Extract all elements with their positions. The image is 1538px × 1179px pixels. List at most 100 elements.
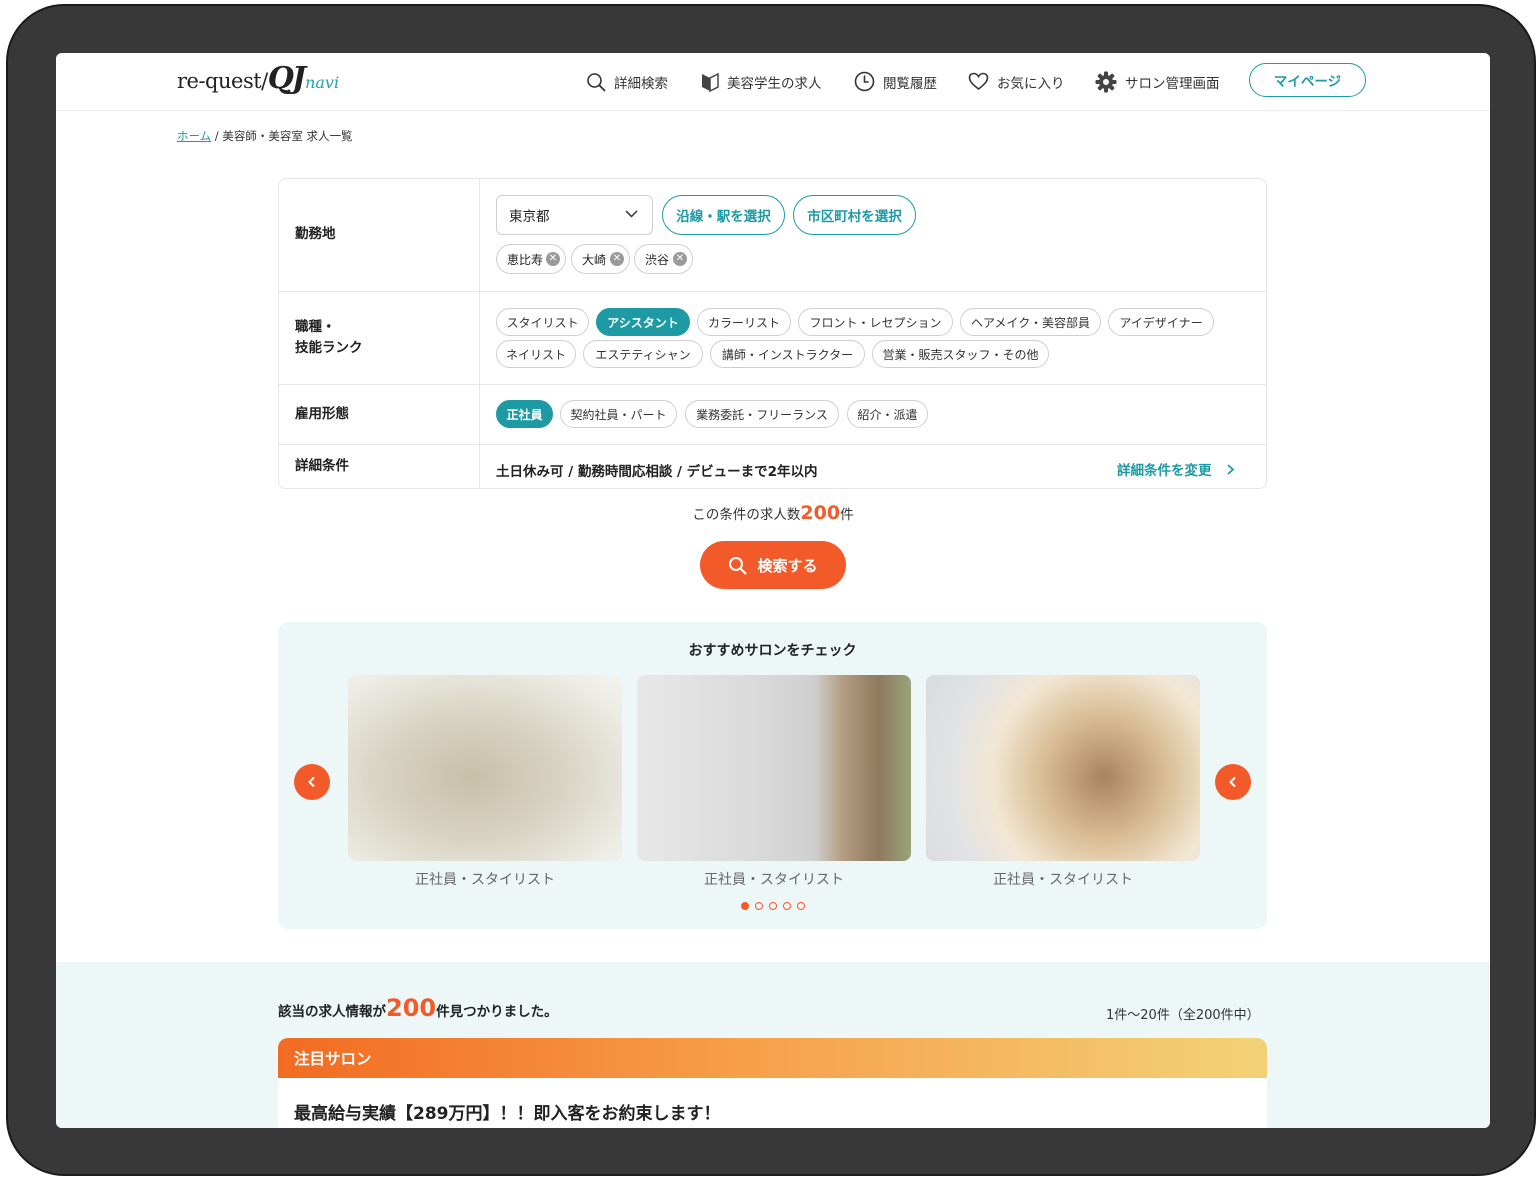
selected-area-tag[interactable]: 渋谷 ✕ [634,244,693,274]
tag-label: 大崎 [582,252,607,267]
mypage-button[interactable]: マイページ [1249,63,1366,97]
job-chip[interactable]: アシスタント [596,308,690,336]
recommended-salons: おすすめサロンをチェック 正社員・スタイリスト 正社員・スタイリスト 正社員・ス… [278,622,1267,929]
details-row: 詳細条件 土日休み可 / 勤務時間応相談 / デビューまで2年以内 詳細条件を変… [279,444,1266,488]
details-summary: 土日休み可 / 勤務時間応相談 / デビューまで2年以内 [496,464,818,480]
employment-chip[interactable]: 業務委託・フリーランス [685,400,839,428]
details-label: 詳細条件 [295,458,349,474]
remove-icon[interactable]: ✕ [546,252,560,266]
job-chip[interactable]: 営業・販売スタッフ・その他 [872,340,1049,368]
results-found: 該当の求人情報が200件見つかりました。 [278,994,558,1022]
salon-card-image[interactable] [926,675,1200,861]
job-chip[interactable]: ヘアメイク・美容部員 [960,308,1101,336]
select-line-station-button[interactable]: 沿線・駅を選択 [662,195,785,235]
salon-card-caption[interactable]: 正社員・スタイリスト [926,869,1200,889]
featured-label: 注目サロン [278,1038,1267,1078]
found-prefix: 該当の求人情報が [278,1004,386,1020]
gear-icon [1095,71,1117,92]
selected-area-tag[interactable]: 大崎 ✕ [571,244,630,274]
search-conditions: 勤務地 東京都 沿線・駅を選択 市区町村を選択 恵比寿 ✕ 大崎 ✕ 渋谷 ✕ 職種・… [278,178,1267,489]
selected-area-tag[interactable]: 恵比寿 ✕ [496,244,566,274]
remove-icon[interactable]: ✕ [610,252,624,266]
pagination-dot[interactable] [782,902,791,910]
label-line: 技能ランク [295,340,363,356]
logo-navi: navi [305,73,340,92]
chevron-left-icon [1229,776,1236,788]
employment-label: 雇用形態 [295,406,349,422]
browser-viewport: re-quest/QJnavi 詳細検索 美容学生の求人 閲覧履歴 お気に入り … [56,53,1490,1128]
salon-card-caption[interactable]: 正社員・スタイリスト [348,869,622,889]
salon-card-image[interactable] [637,675,911,861]
link-label: 詳細条件を変更 [1117,463,1212,479]
job-type-label: 職種・ 技能ランク [295,317,363,359]
nav-salon-admin[interactable]: サロン管理画面 [1095,53,1220,110]
search-button-label: 検索する [757,556,818,575]
employment-chip[interactable]: 紹介・派遣 [847,400,928,428]
results-range: 1件〜20件（全200件中） [1106,1008,1260,1023]
employment-row: 雇用形態 正社員 契約社員・パート 業務委託・フリーランス 紹介・派遣 [279,384,1266,445]
employment-chip[interactable]: 正社員 [496,400,553,428]
job-chip[interactable]: スタイリスト [496,308,589,336]
nav-detailed-search[interactable]: 詳細検索 [586,53,668,110]
featured-title[interactable]: 最高給与実績【289万円】！！即入客をお約束します！ [294,1099,721,1124]
clock-icon [854,71,875,92]
employment-chip[interactable]: 契約社員・パート [560,400,677,428]
job-chip[interactable]: 講師・インストラクター [710,340,865,368]
found-suffix: 件見つかりました。 [436,1004,558,1020]
chevron-right-icon [1227,464,1235,475]
logo-qj: QJ [267,61,306,96]
count-prefix: この条件の求人数 [692,507,801,523]
carousel-prev-button[interactable] [294,764,330,800]
site-header: re-quest/QJnavi 詳細検索 美容学生の求人 閲覧履歴 お気に入り … [56,53,1490,111]
prefecture-value: 東京都 [509,209,550,225]
logo-text: re-quest/ [177,69,268,93]
location-row: 勤務地 東京都 沿線・駅を選択 市区町村を選択 恵比寿 ✕ 大崎 ✕ 渋谷 ✕ [279,179,1266,292]
nav-student-jobs[interactable]: 美容学生の求人 [701,53,822,110]
count-number: 200 [800,502,841,524]
nav-label: 美容学生の求人 [727,75,822,92]
tag-label: 渋谷 [645,252,670,267]
breadcrumb-home-link[interactable]: ホーム [177,129,211,143]
breadcrumb-current: 美容師・美容室 求人一覧 [222,129,353,143]
job-chip[interactable]: フロント・レセプション [798,308,953,336]
count-suffix: 件 [840,507,854,523]
search-icon [729,556,748,575]
found-count: 200 [386,994,437,1022]
job-chip[interactable]: ネイリスト [496,340,576,368]
recommend-title: おすすめサロンをチェック [688,643,857,659]
featured-salon-card[interactable]: 注目サロン 最高給与実績【289万円】！！即入客をお約束します！ [278,1038,1267,1128]
salon-card-image[interactable] [348,675,622,861]
job-chip[interactable]: エステティシャン [583,340,703,368]
job-chip[interactable]: カラーリスト [697,308,791,336]
pagination-dot[interactable] [754,902,763,910]
salon-card-caption[interactable]: 正社員・スタイリスト [637,869,911,889]
breadcrumb: ホーム / 美容師・美容室 求人一覧 [177,128,353,144]
search-button[interactable]: 検索する [700,541,846,589]
result-count: この条件の求人数200件 [56,502,1490,524]
heart-icon [968,72,989,91]
nav-label: サロン管理画面 [1125,75,1220,92]
change-details-link[interactable]: 詳細条件を変更 [1117,459,1236,479]
select-city-button[interactable]: 市区町村を選択 [793,195,916,235]
remove-icon[interactable]: ✕ [673,252,687,266]
nav-history[interactable]: 閲覧履歴 [854,53,937,110]
nav-favorites[interactable]: お気に入り [968,53,1065,110]
job-type-row: 職種・ 技能ランク スタイリスト アシスタント カラーリスト フロント・レセプショ… [279,291,1266,385]
chevron-left-icon [308,776,315,788]
carousel-next-button[interactable] [1215,764,1251,800]
search-icon [587,72,606,91]
pagination-dot[interactable] [740,902,749,910]
prefecture-select[interactable]: 東京都 [496,195,653,235]
nav-label: お気に入り [997,75,1065,92]
location-label: 勤務地 [295,226,336,242]
job-chip[interactable]: アイデザイナー [1108,308,1214,336]
results-section: 該当の求人情報が200件見つかりました。 1件〜20件（全200件中） 注目サロ… [56,962,1490,1128]
tag-label: 恵比寿 [507,252,544,267]
breadcrumb-separator: / [211,129,223,143]
pagination-dot[interactable] [796,902,805,910]
pagination-dot[interactable] [768,902,777,910]
chevron-down-icon [625,210,638,218]
site-logo[interactable]: re-quest/QJnavi [177,61,339,96]
nav-label: 詳細検索 [614,75,668,92]
beginner-mark-icon [702,72,719,92]
